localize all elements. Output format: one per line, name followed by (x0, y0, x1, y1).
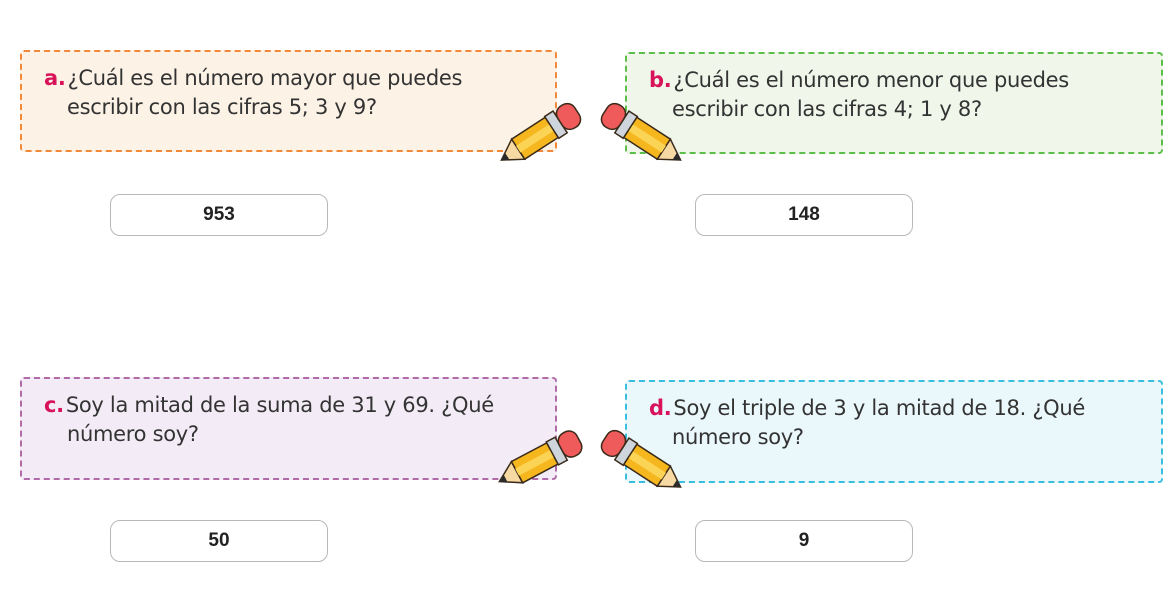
answer-box-c[interactable]: 50 (110, 520, 328, 562)
question-text-b: b.¿Cuál es el número menor que puedes es… (649, 66, 1069, 124)
pencil-icon (500, 102, 582, 161)
question-line1-c: Soy la mitad de la suma de 31 y 69. ¿Qué (65, 393, 494, 417)
question-line1-b: ¿Cuál es el número menor que puedes (673, 68, 1069, 92)
question-letter-a: a. (44, 66, 66, 90)
question-line2-a: escribir con las cifras 5; 3 y 9? (67, 95, 377, 119)
question-card-b: b.¿Cuál es el número menor que puedes es… (625, 52, 1163, 154)
question-line2-c: número soy? (67, 422, 199, 446)
question-text-d: d.Soy el triple de 3 y la mitad de 18. ¿… (649, 394, 1085, 452)
answer-box-a[interactable]: 953 (110, 194, 328, 236)
question-text-c: c.Soy la mitad de la suma de 31 y 69. ¿Q… (44, 391, 494, 449)
question-letter-d: d. (649, 396, 672, 420)
question-card-a: a.¿Cuál es el número mayor que puedes es… (20, 50, 557, 152)
question-letter-c: c. (44, 393, 64, 417)
exercise-board: a.¿Cuál es el número mayor que puedes es… (0, 0, 1176, 606)
question-letter-b: b. (649, 68, 672, 92)
pencil-icon (600, 102, 682, 161)
question-line1-d: Soy el triple de 3 y la mitad de 18. ¿Qu… (673, 396, 1086, 420)
question-card-d: d.Soy el triple de 3 y la mitad de 18. ¿… (625, 380, 1163, 483)
question-line2-b: escribir con las cifras 4; 1 y 8? (672, 97, 982, 121)
question-card-c: c.Soy la mitad de la suma de 31 y 69. ¿Q… (20, 377, 557, 480)
question-text-a: a.¿Cuál es el número mayor que puedes es… (44, 64, 462, 122)
question-line1-a: ¿Cuál es el número mayor que puedes (67, 66, 463, 90)
pencil-icon (498, 430, 583, 484)
answer-box-d[interactable]: 9 (695, 520, 913, 562)
pencil-icon (600, 429, 682, 488)
answer-box-b[interactable]: 148 (695, 194, 913, 236)
question-line2-d: número soy? (672, 425, 804, 449)
